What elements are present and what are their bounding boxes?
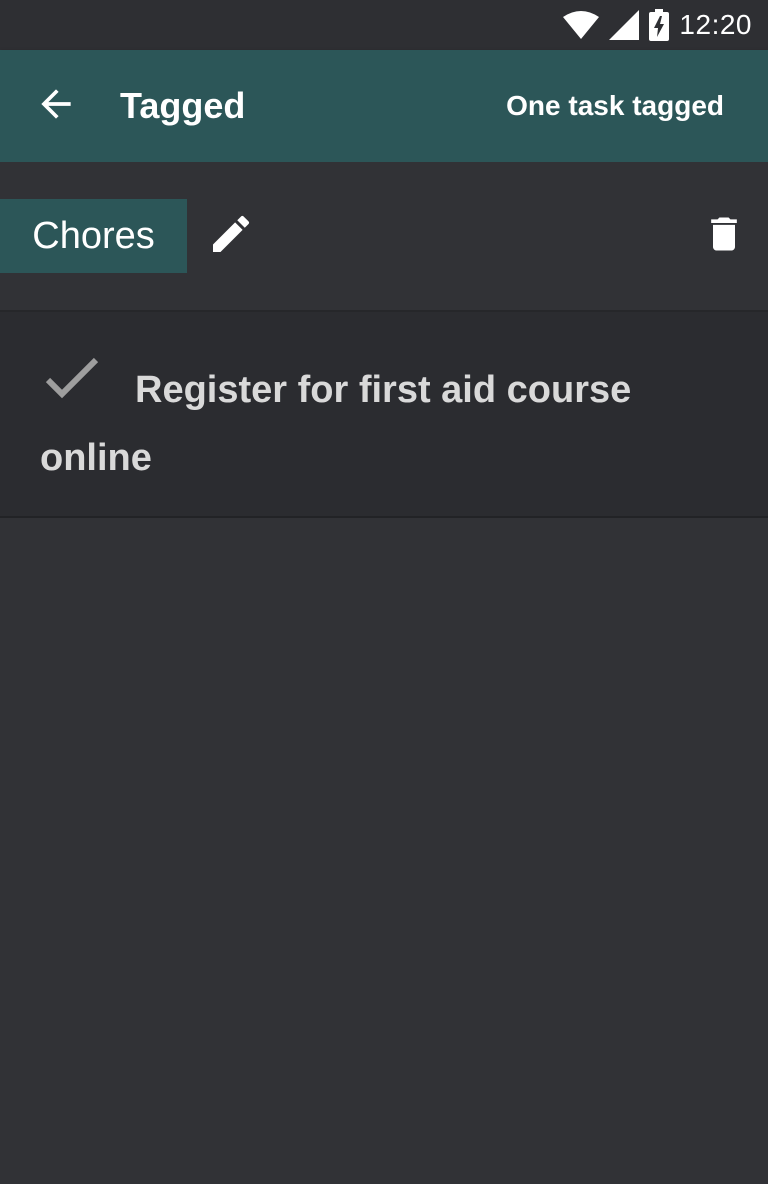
- app-bar: Tagged One task tagged: [0, 50, 768, 162]
- status-bar: 12:20: [0, 0, 768, 50]
- trash-icon: [702, 212, 746, 261]
- wifi-icon: [563, 11, 600, 39]
- edit-tag-button[interactable]: [204, 212, 258, 260]
- tagged-count-label: One task tagged: [506, 90, 724, 121]
- signal-icon: [609, 10, 640, 40]
- status-time: 12:20: [679, 9, 752, 40]
- delete-tag-button[interactable]: [700, 212, 748, 260]
- task-title: Register for first aid course online: [40, 369, 632, 479]
- battery-charging-icon: [649, 9, 670, 41]
- pencil-icon: [207, 210, 255, 263]
- arrow-back-icon: [34, 82, 78, 131]
- back-button[interactable]: [0, 50, 112, 162]
- task-list-item[interactable]: Register for first aid course online: [0, 312, 768, 516]
- page-title: Tagged: [120, 85, 246, 126]
- divider: [0, 516, 768, 518]
- tag-header: Chores: [0, 162, 768, 310]
- tag-chip[interactable]: Chores: [0, 199, 187, 273]
